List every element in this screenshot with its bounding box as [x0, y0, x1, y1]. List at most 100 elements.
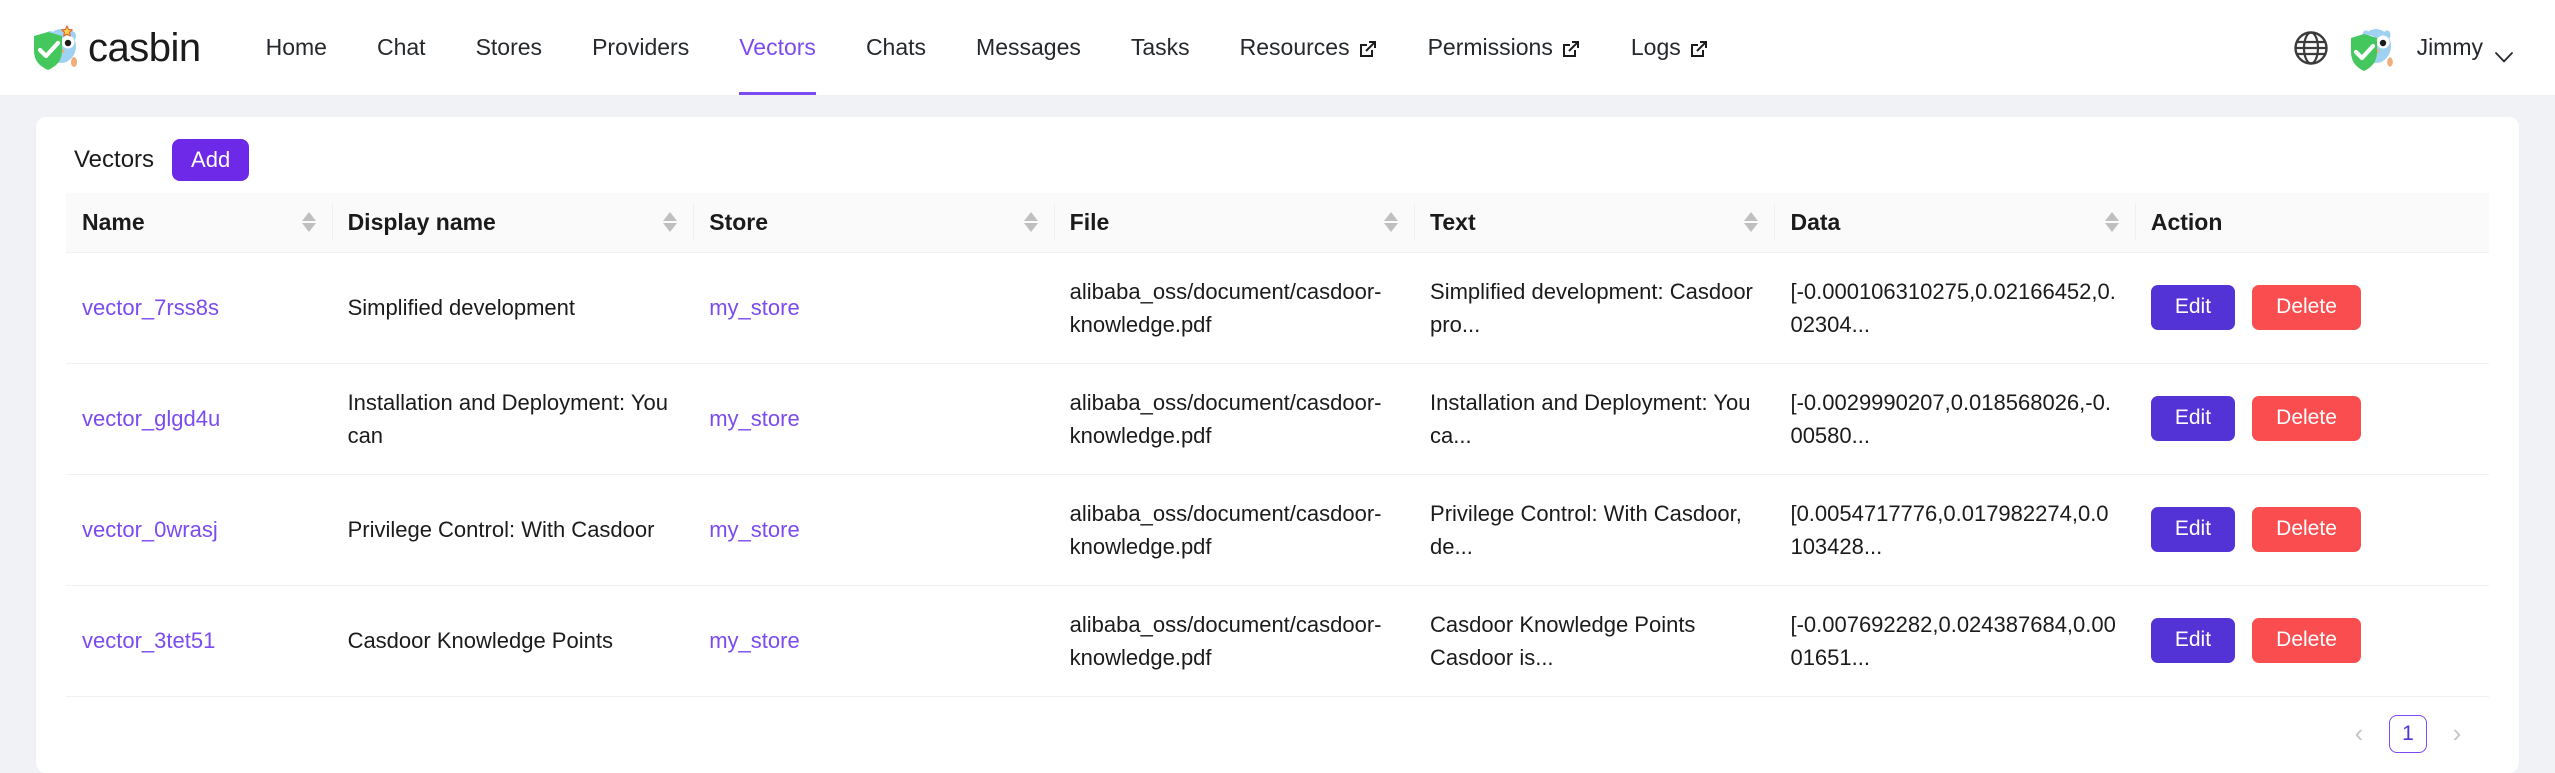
nav-label: Stores: [476, 34, 542, 61]
cell-data: [-0.000106310275,0.02166452,0.02304...: [1774, 252, 2134, 363]
cell-file: alibaba_oss/document/casdoor-knowledge.p…: [1054, 474, 1414, 585]
store-link[interactable]: my_store: [709, 295, 799, 320]
nav-label: Logs: [1631, 34, 1681, 61]
cell-store: my_store: [693, 585, 1053, 696]
nav-item-chat[interactable]: Chat: [352, 0, 451, 95]
cell-store: my_store: [693, 474, 1053, 585]
delete-button[interactable]: Delete: [2252, 618, 2361, 662]
casbin-gopher-logo-icon: [30, 22, 82, 74]
app-header: casbin Home Chat Stores Providers Vector…: [0, 0, 2555, 95]
cell-data: [0.0054717776,0.017982274,0.0103428...: [1774, 474, 2134, 585]
cell-action: Edit Delete: [2135, 585, 2489, 696]
vectors-table: Name Display name Stor: [66, 193, 2489, 697]
cell-name: vector_glgd4u: [66, 363, 332, 474]
cell-store: my_store: [693, 363, 1053, 474]
chevron-left-icon[interactable]: ‹: [2341, 716, 2377, 752]
edit-button[interactable]: Edit: [2151, 618, 2235, 662]
column-label: Text: [1430, 209, 1476, 236]
column-header-data[interactable]: Data: [1774, 193, 2134, 253]
table-header-row: Name Display name Stor: [66, 193, 2489, 253]
table-row: vector_7rss8s Simplified development my_…: [66, 252, 2489, 363]
page-number-1[interactable]: 1: [2389, 715, 2427, 753]
table-head: Name Display name Stor: [66, 193, 2489, 253]
cell-data: [-0.0029990207,0.018568026,-0.00580...: [1774, 363, 2134, 474]
vector-name-link[interactable]: vector_7rss8s: [82, 295, 219, 320]
nav-label: Vectors: [739, 34, 816, 61]
nav-item-chats[interactable]: Chats: [841, 0, 951, 95]
main-nav: Home Chat Stores Providers Vectors Chats…: [241, 0, 2293, 95]
cell-name: vector_3tet51: [66, 585, 332, 696]
edit-button[interactable]: Edit: [2151, 396, 2235, 440]
sort-toggle-store[interactable]: [1024, 212, 1038, 232]
globe-icon[interactable]: [2293, 30, 2329, 66]
column-header-store[interactable]: Store: [693, 193, 1053, 253]
table-body: vector_7rss8s Simplified development my_…: [66, 252, 2489, 696]
store-link[interactable]: my_store: [709, 628, 799, 653]
column-label: Action: [2151, 209, 2223, 236]
avatar[interactable]: [2347, 22, 2399, 74]
nav-item-providers[interactable]: Providers: [567, 0, 714, 95]
cell-text: Installation and Deployment: You ca...: [1414, 363, 1774, 474]
sort-toggle-data[interactable]: [2105, 212, 2119, 232]
sort-toggle-display-name[interactable]: [663, 212, 677, 232]
brand-logo-link[interactable]: casbin: [30, 22, 201, 74]
delete-button[interactable]: Delete: [2252, 396, 2361, 440]
cell-store: my_store: [693, 252, 1053, 363]
sort-toggle-file[interactable]: [1384, 212, 1398, 232]
nav-label: Home: [266, 34, 327, 61]
delete-button[interactable]: Delete: [2252, 285, 2361, 329]
table-row: vector_glgd4u Installation and Deploymen…: [66, 363, 2489, 474]
nav-label: Resources: [1240, 34, 1350, 61]
cell-text: Privilege Control: With Casdoor, de...: [1414, 474, 1774, 585]
sort-toggle-name[interactable]: [302, 212, 316, 232]
column-label: Data: [1790, 209, 1840, 236]
column-header-display-name[interactable]: Display name: [332, 193, 694, 253]
vector-name-link[interactable]: vector_glgd4u: [82, 406, 220, 431]
pagination: ‹ 1 ›: [36, 697, 2519, 773]
sort-toggle-text[interactable]: [1744, 212, 1758, 232]
store-link[interactable]: my_store: [709, 517, 799, 542]
edit-button[interactable]: Edit: [2151, 507, 2235, 551]
cell-text: Simplified development: Casdoor pro...: [1414, 252, 1774, 363]
cell-name: vector_0wrasj: [66, 474, 332, 585]
cell-display-name: Casdoor Knowledge Points: [332, 585, 694, 696]
nav-item-logs[interactable]: Logs: [1606, 0, 1734, 95]
store-link[interactable]: my_store: [709, 406, 799, 431]
nav-label: Chats: [866, 34, 926, 61]
nav-item-vectors[interactable]: Vectors: [714, 0, 841, 95]
cell-text: Casdoor Knowledge Points Casdoor is...: [1414, 585, 1774, 696]
vectors-card: Vectors Add Name: [36, 117, 2519, 773]
chevron-right-icon[interactable]: ›: [2439, 716, 2475, 752]
nav-item-resources[interactable]: Resources: [1215, 0, 1403, 95]
cell-file: alibaba_oss/document/casdoor-knowledge.p…: [1054, 363, 1414, 474]
column-header-name[interactable]: Name: [66, 193, 332, 253]
nav-item-home[interactable]: Home: [241, 0, 352, 95]
nav-item-permissions[interactable]: Permissions: [1403, 0, 1606, 95]
nav-item-messages[interactable]: Messages: [951, 0, 1106, 95]
cell-file: alibaba_oss/document/casdoor-knowledge.p…: [1054, 585, 1414, 696]
vector-name-link[interactable]: vector_3tet51: [82, 628, 215, 653]
header-right-group: Jimmy: [2293, 22, 2517, 74]
delete-button[interactable]: Delete: [2252, 507, 2361, 551]
nav-item-stores[interactable]: Stores: [451, 0, 567, 95]
vector-name-link[interactable]: vector_0wrasj: [82, 517, 218, 542]
column-header-text[interactable]: Text: [1414, 193, 1774, 253]
add-button[interactable]: Add: [172, 139, 249, 181]
cell-file: alibaba_oss/document/casdoor-knowledge.p…: [1054, 252, 1414, 363]
cell-action: Edit Delete: [2135, 474, 2489, 585]
chevron-down-icon: [2495, 42, 2513, 53]
column-label: Display name: [348, 209, 496, 236]
nav-label: Messages: [976, 34, 1081, 61]
nav-label: Tasks: [1131, 34, 1190, 61]
column-header-file[interactable]: File: [1054, 193, 1414, 253]
username-label: Jimmy: [2417, 34, 2483, 61]
nav-label: Chat: [377, 34, 426, 61]
cell-action: Edit Delete: [2135, 252, 2489, 363]
edit-button[interactable]: Edit: [2151, 285, 2235, 329]
external-link-icon: [1561, 38, 1581, 58]
user-menu-button[interactable]: Jimmy: [2417, 34, 2517, 61]
column-label: Store: [709, 209, 768, 236]
cell-display-name: Privilege Control: With Casdoor: [332, 474, 694, 585]
nav-item-tasks[interactable]: Tasks: [1106, 0, 1215, 95]
nav-label: Permissions: [1428, 34, 1553, 61]
